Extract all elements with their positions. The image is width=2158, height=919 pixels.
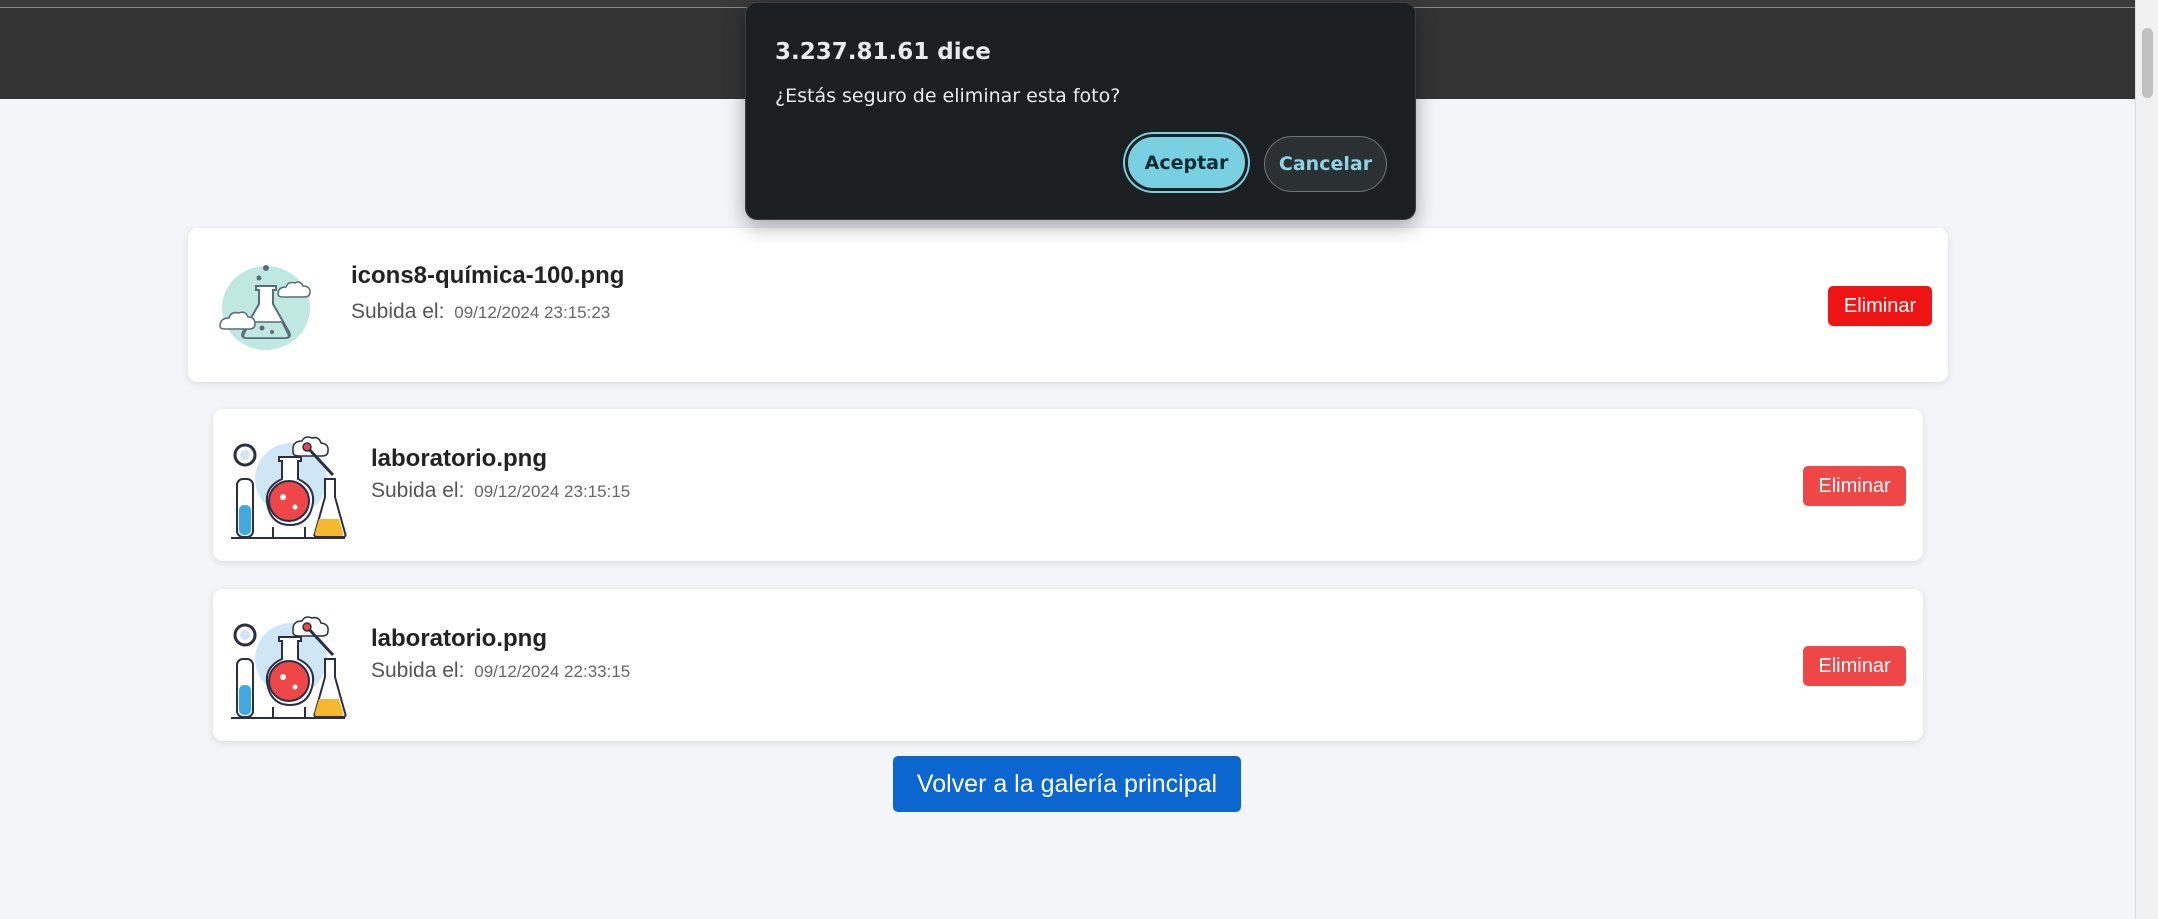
- laboratory-icon: [231, 436, 347, 539]
- photo-card: icons8-química-100.png Subida el: 09/12/…: [188, 228, 1948, 382]
- upload-date: 09/12/2024 23:15:15: [474, 482, 631, 501]
- upload-date: 09/12/2024 23:15:23: [454, 303, 611, 322]
- confirm-dialog: 3.237.81.61 dice ¿Estás seguro de elimin…: [745, 2, 1416, 220]
- upload-info: Subida el: 09/12/2024 22:33:15: [371, 659, 630, 683]
- photo-name: icons8-química-100.png: [351, 262, 625, 289]
- cancel-button[interactable]: Cancelar: [1264, 136, 1387, 192]
- upload-info: Subida el: 09/12/2024 23:15:15: [371, 479, 630, 503]
- photo-card: laboratorio.png Subida el: 09/12/2024 23…: [213, 409, 1923, 561]
- upload-info: Subida el: 09/12/2024 23:15:23: [351, 300, 610, 324]
- photo-name: laboratorio.png: [371, 445, 547, 472]
- delete-button[interactable]: Eliminar: [1803, 466, 1906, 506]
- upload-date: 09/12/2024 22:33:15: [474, 662, 631, 681]
- scrollbar[interactable]: [2135, 0, 2158, 919]
- upload-label: Subida el:: [351, 300, 445, 323]
- dialog-message: ¿Estás seguro de eliminar esta foto?: [775, 85, 1121, 107]
- accept-button[interactable]: Aceptar: [1125, 134, 1248, 191]
- photo-card: laboratorio.png Subida el: 09/12/2024 22…: [213, 589, 1923, 741]
- delete-button[interactable]: Eliminar: [1803, 646, 1906, 686]
- chemistry-flask-icon: [219, 265, 311, 350]
- dialog-title: 3.237.81.61 dice: [775, 39, 991, 65]
- upload-label: Subida el:: [371, 479, 465, 502]
- upload-label: Subida el:: [371, 659, 465, 682]
- delete-button[interactable]: Eliminar: [1828, 286, 1932, 326]
- laboratory-icon: [231, 616, 347, 719]
- photo-name: laboratorio.png: [371, 625, 547, 652]
- scrollbar-thumb[interactable]: [2142, 28, 2153, 98]
- back-to-gallery-button[interactable]: Volver a la galería principal: [893, 756, 1241, 812]
